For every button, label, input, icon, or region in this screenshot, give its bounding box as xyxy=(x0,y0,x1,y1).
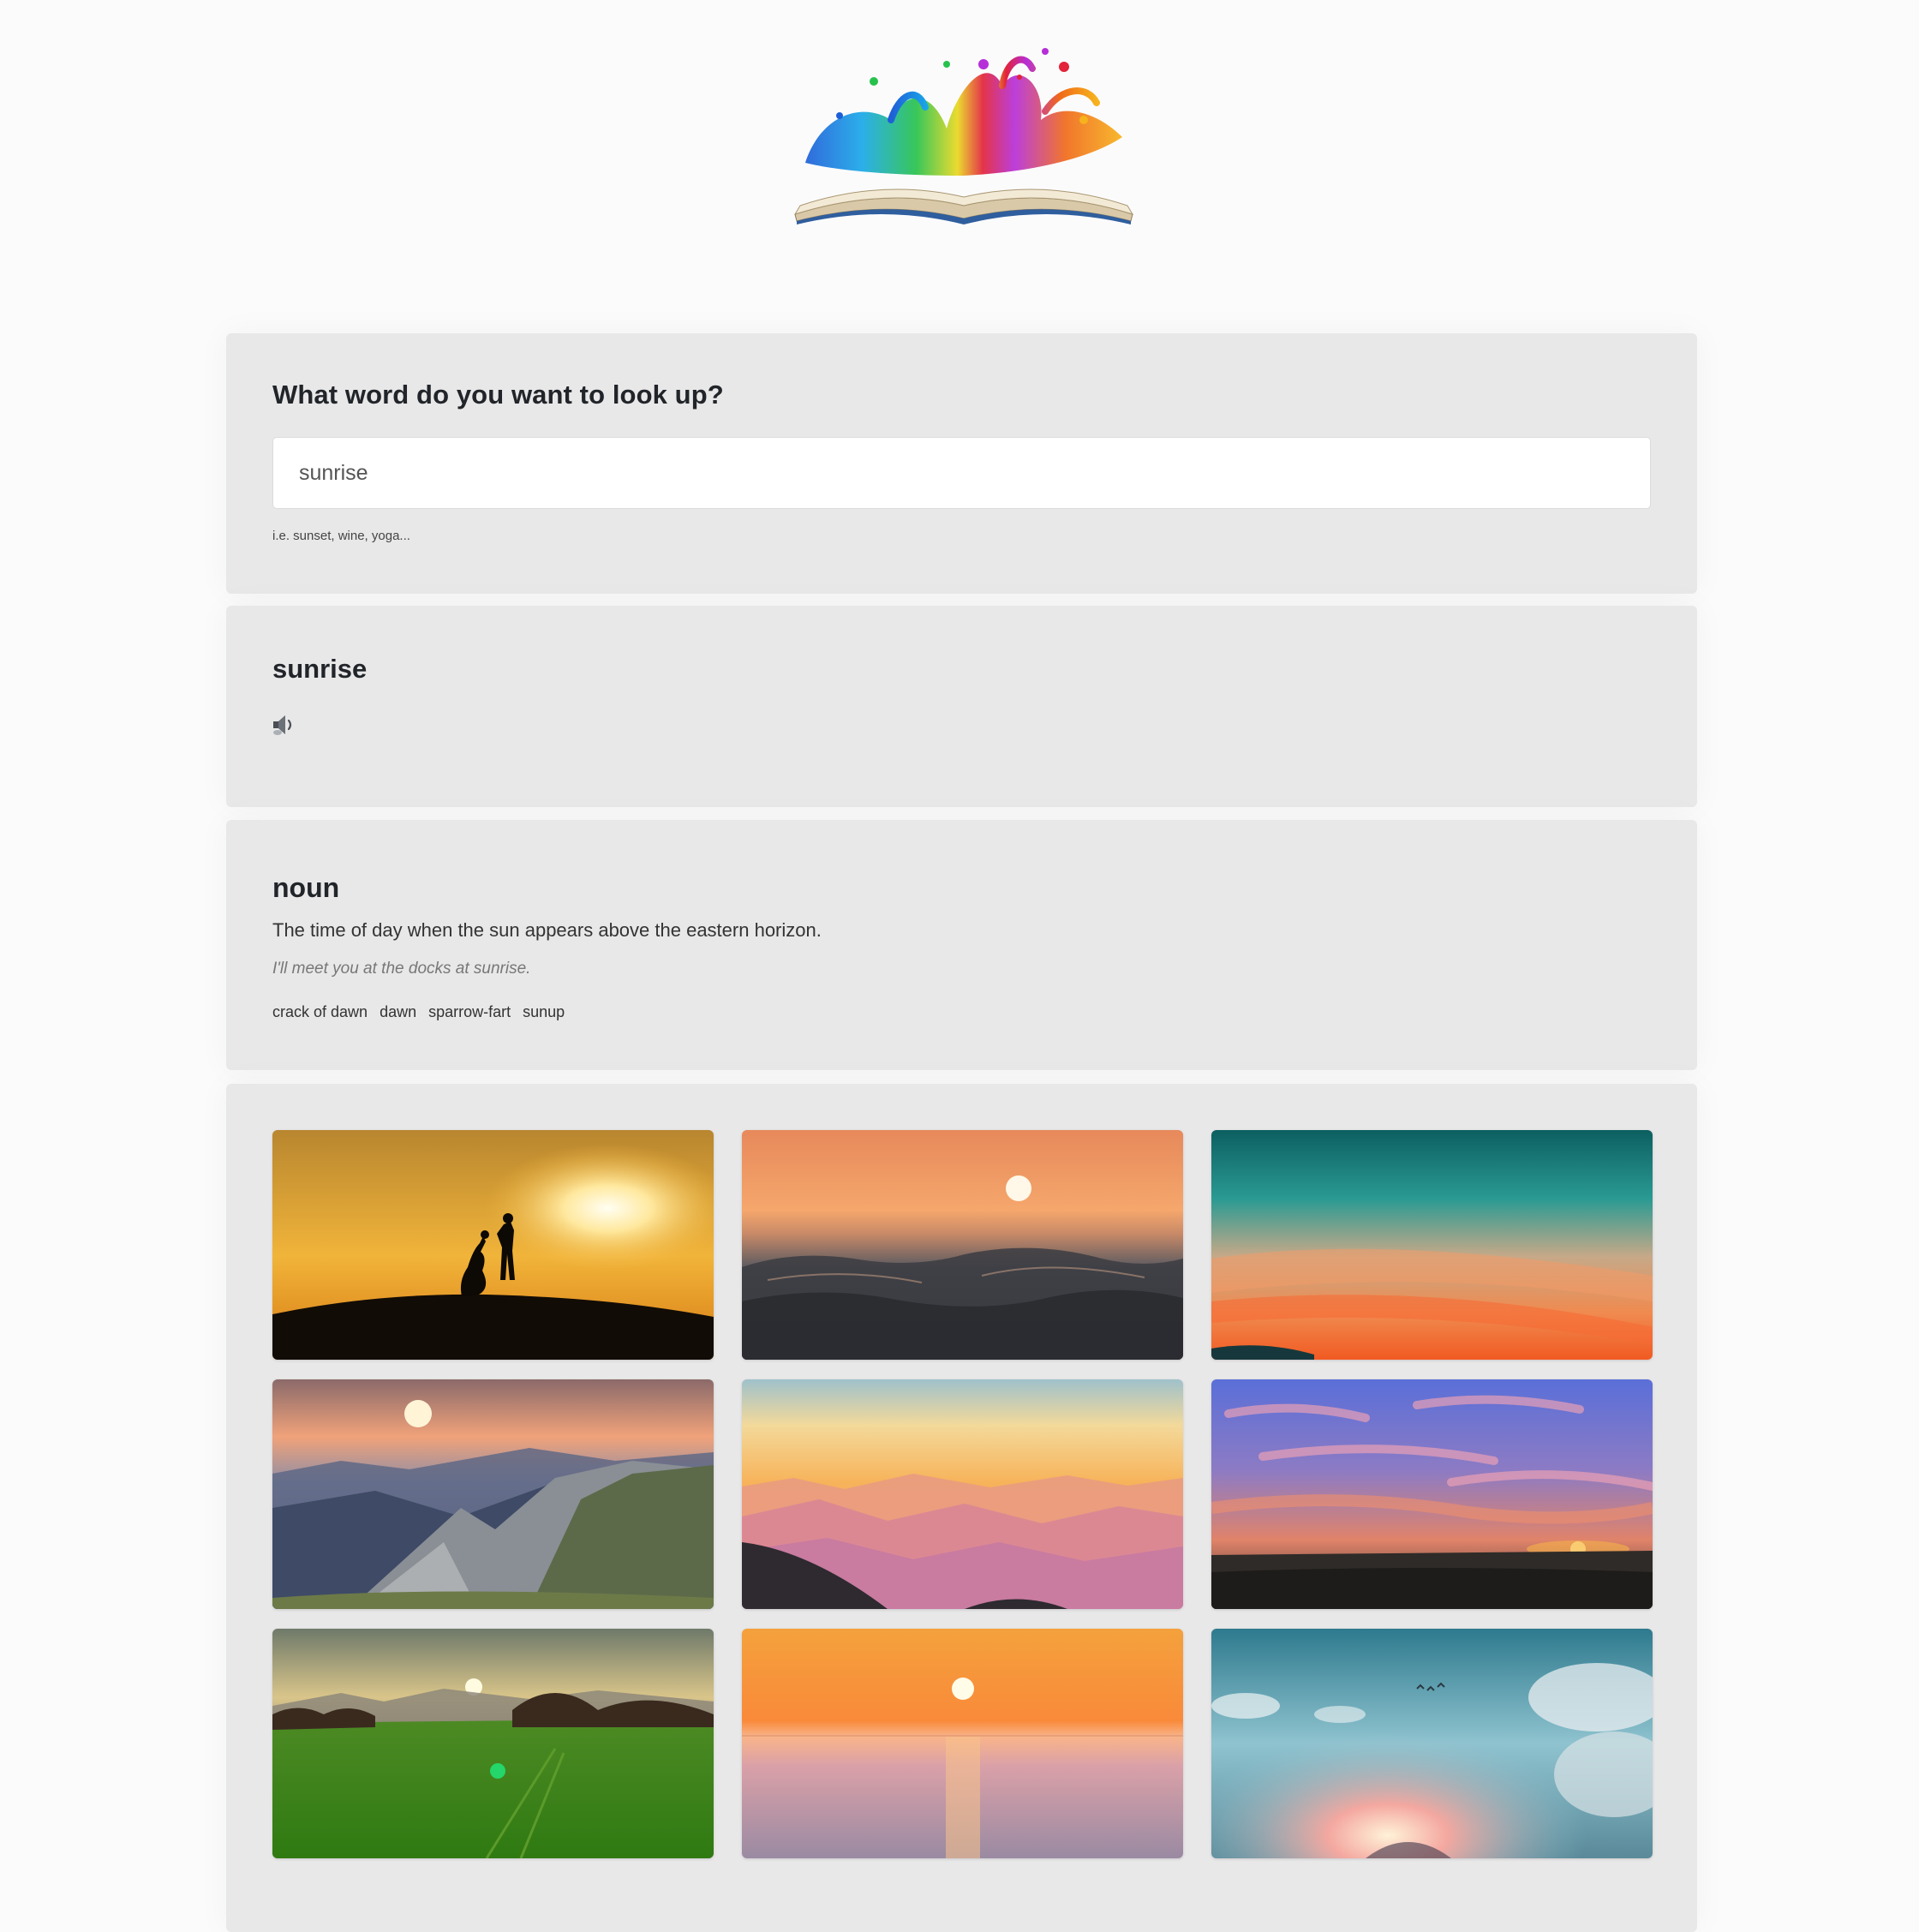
image-gallery xyxy=(272,1130,1653,1858)
synonym-item[interactable]: sparrow-fart xyxy=(428,1003,511,1021)
purple-sky-field-sunrise-image[interactable] xyxy=(1211,1379,1653,1609)
logo xyxy=(788,34,1139,231)
part-of-speech: noun xyxy=(272,872,340,903)
couple-silhouette-sunrise-image[interactable] xyxy=(272,1130,714,1360)
pastel-mountain-layers-image[interactable] xyxy=(742,1379,1183,1609)
definition-text: The time of day when the sun appears abo… xyxy=(272,919,822,941)
book-splash-logo-icon xyxy=(793,48,1134,224)
synonym-item[interactable]: dawn xyxy=(380,1003,416,1021)
blue-sky-sunburst-clouds-image[interactable] xyxy=(1211,1629,1653,1858)
orange-sea-sunrise-image[interactable] xyxy=(742,1629,1183,1858)
rocky-mountain-sunrise-image[interactable] xyxy=(272,1379,714,1609)
gallery-card xyxy=(226,1084,1697,1932)
search-question: What word do you want to look up? xyxy=(272,380,724,410)
synonym-item[interactable]: sunup xyxy=(523,1003,565,1021)
word-title: sunrise xyxy=(272,654,368,684)
example-sentence: I'll meet you at the docks at sunrise. xyxy=(272,960,531,978)
search-input[interactable] xyxy=(272,437,1651,509)
synonym-list: crack of dawn dawn sparrow-fart sunup xyxy=(272,1003,565,1021)
search-hint: i.e. sunset, wine, yoga... xyxy=(272,529,410,543)
definition-card: noun The time of day when the sun appear… xyxy=(226,820,1697,1070)
synonym-item[interactable]: crack of dawn xyxy=(272,1003,368,1021)
speaker-icon[interactable] xyxy=(271,712,298,738)
teal-orange-sky-image[interactable] xyxy=(1211,1130,1653,1360)
word-card: sunrise xyxy=(226,606,1697,807)
green-meadow-sunrise-image[interactable] xyxy=(272,1629,714,1858)
ocean-wave-sunrise-image[interactable] xyxy=(742,1130,1183,1360)
search-card: What word do you want to look up? i.e. s… xyxy=(226,333,1697,594)
